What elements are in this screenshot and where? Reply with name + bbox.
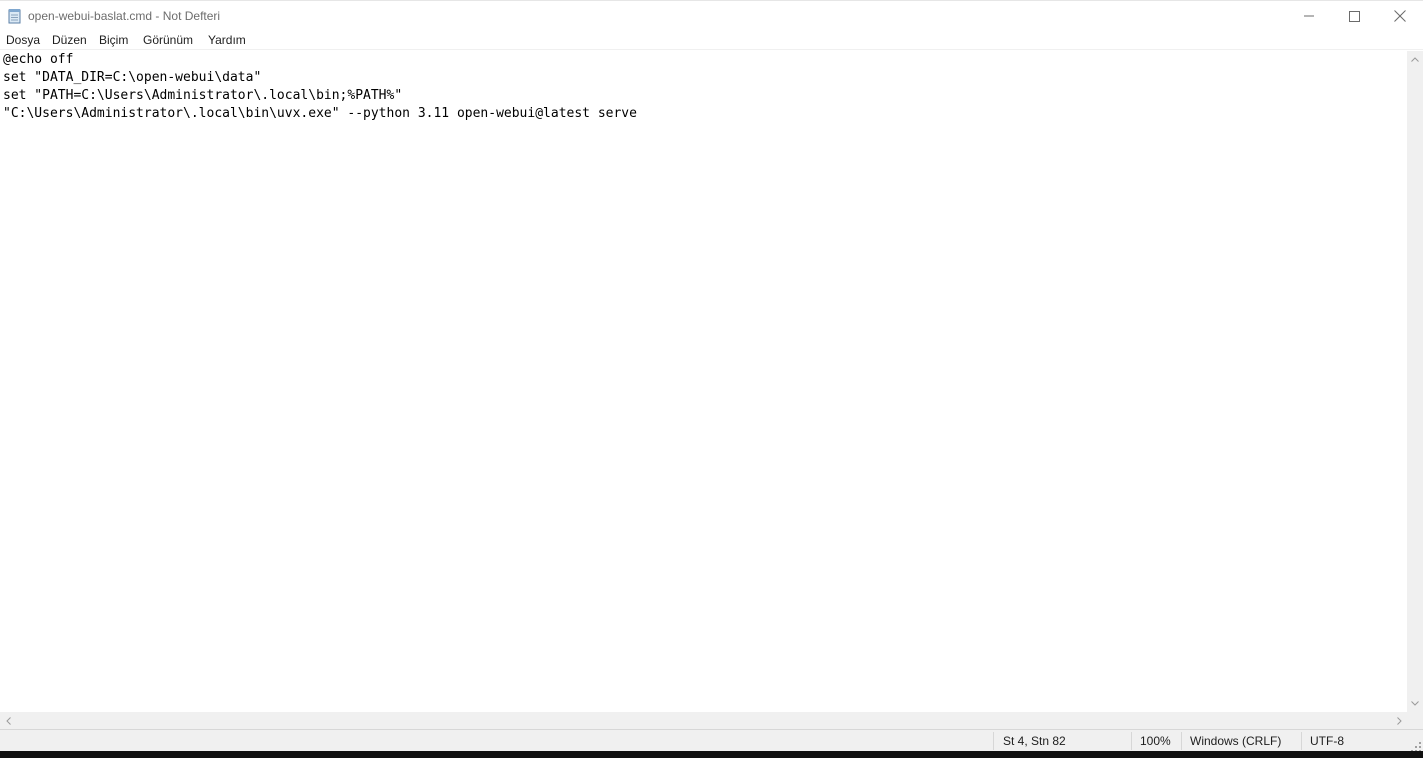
title-bar[interactable]: open-webui-baslat.cmd - Not Defteri	[0, 0, 1423, 31]
cursor-position: St 4, Stn 82	[1003, 734, 1066, 748]
scroll-right-arrow-icon[interactable]	[1391, 712, 1407, 729]
notepad-icon	[8, 8, 22, 24]
maximize-button[interactable]	[1331, 1, 1377, 31]
status-separator	[1181, 732, 1182, 750]
status-separator	[1131, 732, 1132, 750]
maximize-icon	[1348, 10, 1360, 22]
window-title: open-webui-baslat.cmd - Not Defteri	[28, 9, 221, 23]
menu-bar: Dosya Düzen Biçim Görünüm Yardım	[0, 31, 1423, 50]
scrollbar-corner	[1407, 712, 1423, 729]
editor-line: set "PATH=C:\Users\Administrator\.local\…	[3, 88, 403, 103]
notepad-window: open-webui-baslat.cmd - Not Defteri Dosy…	[0, 0, 1423, 758]
editor-line: @echo off	[3, 52, 74, 67]
editor-content[interactable]: @echo off set "DATA_DIR=C:\open-webui\dat…	[0, 51, 1407, 123]
minimize-icon	[1304, 11, 1314, 21]
close-button[interactable]	[1377, 1, 1423, 31]
minimize-button[interactable]	[1286, 1, 1332, 31]
taskbar-edge	[0, 751, 1423, 758]
text-editor[interactable]: @echo off set "DATA_DIR=C:\open-webui\dat…	[0, 51, 1407, 712]
status-separator	[993, 732, 994, 750]
menu-edit[interactable]: Düzen	[52, 33, 87, 47]
menu-help[interactable]: Yardım	[208, 33, 246, 47]
encoding: UTF-8	[1310, 734, 1344, 748]
horizontal-scrollbar[interactable]	[0, 712, 1407, 729]
vertical-scrollbar[interactable]	[1407, 51, 1423, 712]
menu-file[interactable]: Dosya	[6, 33, 40, 47]
line-ending: Windows (CRLF)	[1190, 734, 1282, 748]
status-separator	[1301, 732, 1302, 750]
zoom-level: 100%	[1140, 734, 1171, 748]
scroll-down-arrow-icon[interactable]	[1407, 695, 1423, 712]
scroll-left-arrow-icon[interactable]	[0, 712, 16, 729]
menu-format[interactable]: Biçim	[99, 33, 128, 47]
resize-grip-icon[interactable]	[1411, 739, 1421, 752]
menu-view[interactable]: Görünüm	[143, 33, 193, 47]
close-icon	[1394, 10, 1406, 22]
scroll-up-arrow-icon[interactable]	[1407, 51, 1423, 68]
editor-line: "C:\Users\Administrator\.local\bin\uvx.e…	[3, 106, 637, 121]
editor-line: set "DATA_DIR=C:\open-webui\data"	[3, 70, 262, 85]
status-bar: St 4, Stn 82 100% Windows (CRLF) UTF-8	[0, 729, 1423, 752]
